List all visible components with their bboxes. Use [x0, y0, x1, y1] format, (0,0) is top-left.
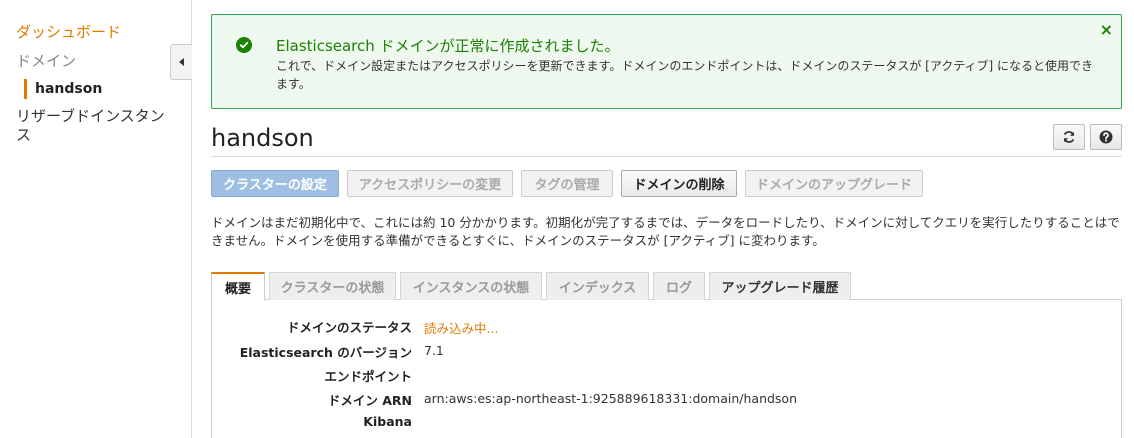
tab-upgrade-history[interactable]: アップグレード履歴 [709, 272, 851, 300]
alert-title: Elasticsearch ドメインが正常に作成されました。 [276, 37, 620, 55]
sidebar-item-reserved-instances[interactable]: リザーブドインスタンス [16, 107, 176, 145]
sidebar-item-handson[interactable]: handson [24, 79, 102, 99]
domain-status-label: ドメインのステータス [286, 320, 412, 335]
tab-indices[interactable]: インデックス [546, 272, 649, 300]
kibana-label: Kibana [363, 414, 412, 429]
modify-access-policy-button[interactable]: アクセスポリシーの変更 [347, 170, 513, 197]
refresh-button[interactable] [1053, 124, 1085, 150]
help-icon [1099, 130, 1113, 144]
upgrade-domain-button[interactable]: ドメインのアップグレード [745, 170, 923, 197]
help-button[interactable] [1090, 124, 1122, 150]
success-alert: Elasticsearch ドメインが正常に作成されました。 これで、ドメイン設… [211, 14, 1122, 109]
delete-domain-button[interactable]: ドメインの削除 [621, 170, 737, 197]
endpoint-label: エンドポイント [324, 369, 412, 384]
page-title: handson [211, 124, 314, 152]
sidebar-item-dashboard[interactable]: ダッシュボード [16, 22, 121, 42]
tab-instance-health[interactable]: インスタンスの状態 [400, 272, 542, 300]
sidebar: ダッシュボード ドメイン handson リザーブドインスタンス [0, 0, 192, 438]
caret-left-icon [179, 58, 184, 66]
sidebar-item-domain[interactable]: ドメイン [16, 51, 76, 71]
initialization-notice: ドメインはまだ初期化中で、これには約 10 分かかります。初期化が完了するまでは… [211, 215, 1120, 248]
manage-tags-button[interactable]: タグの管理 [521, 170, 613, 197]
sidebar-collapse-button[interactable] [170, 44, 192, 80]
domain-arn-value: arn:aws:es:ap-northeast-1:925889618331:d… [424, 391, 798, 406]
close-icon[interactable]: × [1100, 22, 1113, 38]
tab-logs[interactable]: ログ [653, 272, 705, 300]
domain-arn-label: ドメイン ARN [327, 393, 412, 408]
alert-message: これで、ドメイン設定またはアクセスポリシーを更新できます。ドメインのエンドポイン… [276, 59, 1094, 91]
check-circle-icon [236, 37, 252, 53]
title-divider [211, 156, 1122, 157]
elasticsearch-version-value: 7.1 [424, 343, 444, 358]
refresh-icon [1063, 131, 1075, 143]
tab-overview[interactable]: 概要 [211, 272, 265, 301]
tab-cluster-health[interactable]: クラスターの状態 [269, 272, 396, 300]
elasticsearch-version-label: Elasticsearch のバージョン [239, 345, 412, 360]
configure-cluster-button[interactable]: クラスターの設定 [211, 170, 339, 197]
domain-status-value: 読み込み中... [424, 321, 499, 336]
